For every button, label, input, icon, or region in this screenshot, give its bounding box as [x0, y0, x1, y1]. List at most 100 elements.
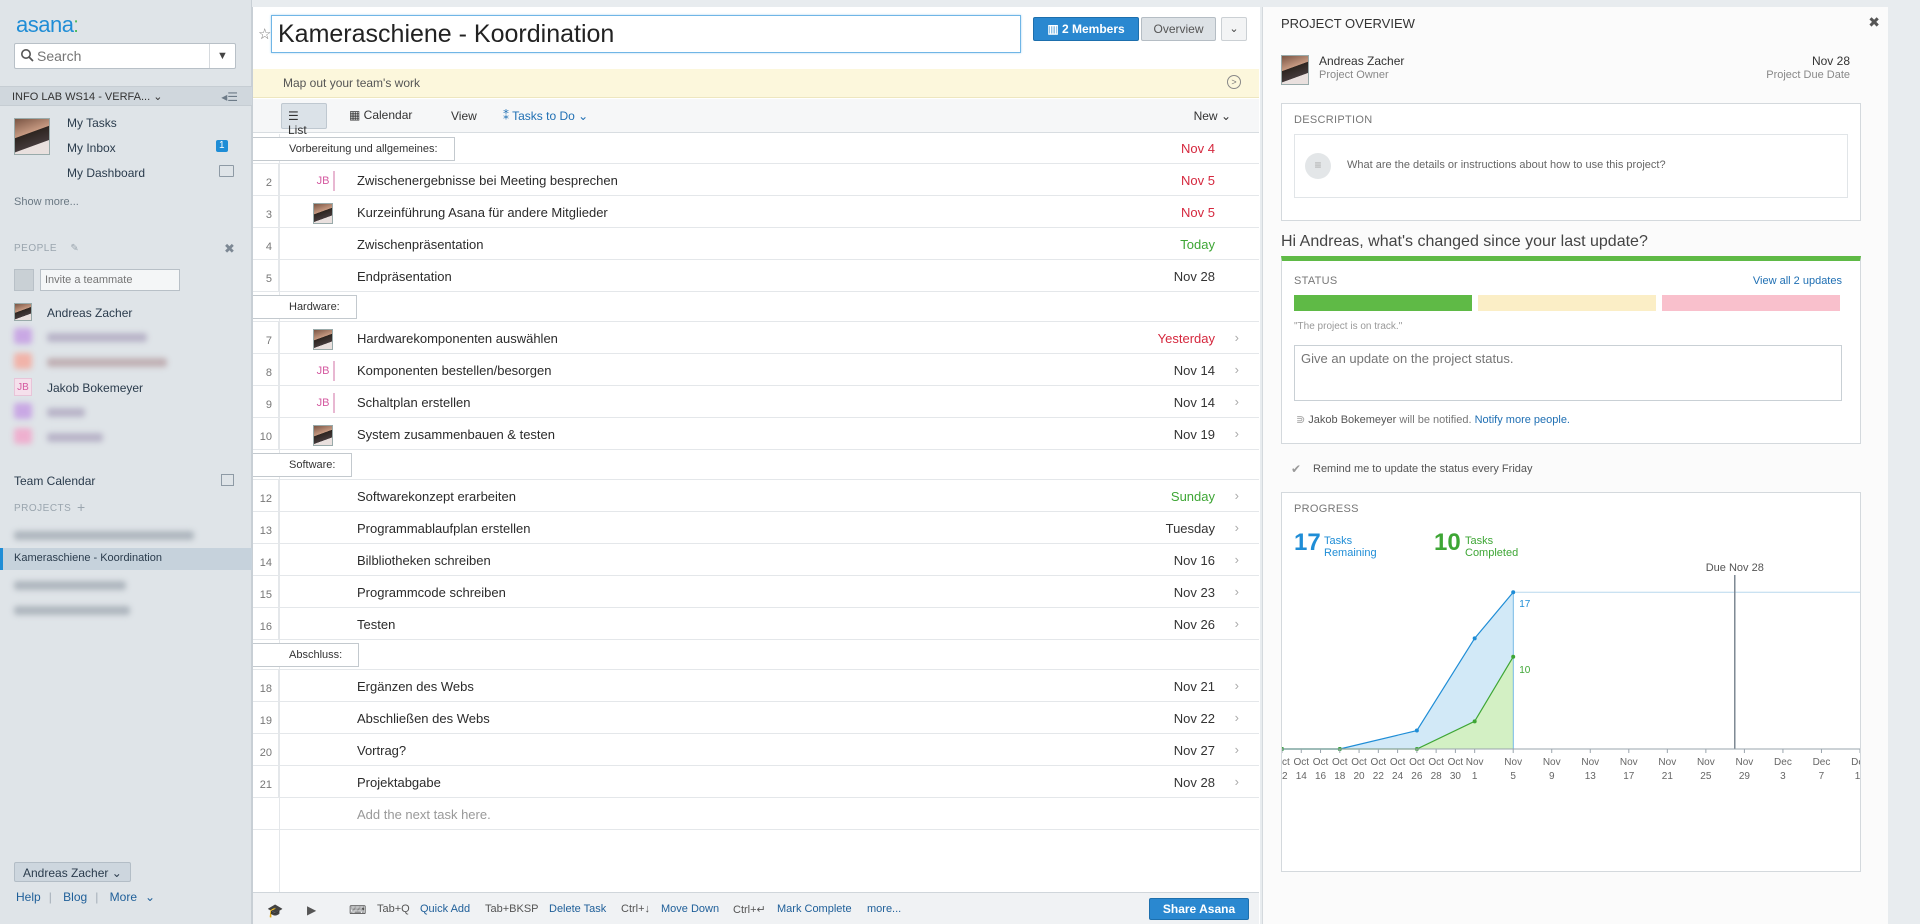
graduation-cap-icon[interactable]: 🎓	[267, 903, 283, 919]
chevron-down-icon[interactable]: ⌄	[145, 890, 155, 904]
task-name[interactable]: Kurzeinführung Asana für andere Mitglied…	[357, 205, 608, 220]
shortcut-label[interactable]: Move Down	[661, 903, 719, 915]
task-row[interactable]: 8 JB Komponenten bestellen/besorgen Nov 14 ›	[253, 354, 1259, 386]
person-name[interactable]: Jakob Bokemeyer	[47, 381, 143, 395]
task-name[interactable]: Softwarekonzept erarbeiten	[357, 489, 516, 504]
task-name[interactable]: Endpräsentation	[357, 269, 452, 284]
new-button[interactable]: New ⌄	[1194, 109, 1231, 123]
task-row[interactable]: 13 Programmablaufplan erstellen Tuesday ›	[253, 512, 1259, 544]
task-details-chevron-icon[interactable]: ›	[1235, 520, 1239, 535]
task-row[interactable]: 7 Hardwarekomponenten auswählen Yesterday ›	[253, 322, 1259, 354]
person-name[interactable]: Andreas Zacher	[47, 306, 132, 320]
task-due-date[interactable]: Nov 21	[1174, 679, 1215, 694]
task-name[interactable]: Projektabgabe	[357, 775, 441, 790]
task-due-date[interactable]: Yesterday	[1158, 331, 1215, 346]
video-icon[interactable]: ▶	[307, 903, 316, 917]
project-item-active[interactable]: Kameraschiene - Koordination	[0, 548, 252, 570]
task-name[interactable]: Komponenten bestellen/besorgen	[357, 363, 551, 378]
status-update-input[interactable]	[1294, 345, 1842, 401]
task-due-date[interactable]: Nov 14	[1174, 395, 1215, 410]
favorite-star-icon[interactable]: ☆	[258, 25, 271, 43]
task-name[interactable]: Hardwarekomponenten auswählen	[357, 331, 558, 346]
assignee-avatar[interactable]	[313, 329, 333, 350]
assignee-initials[interactable]: JB	[313, 171, 335, 191]
project-item-redacted[interactable]	[0, 527, 252, 549]
task-row[interactable]: 10 System zusammenbauen & testen Nov 19 ›	[253, 418, 1259, 450]
section-due-date[interactable]: Nov 4	[1181, 141, 1215, 156]
project-item-redacted[interactable]	[0, 577, 252, 599]
person-item[interactable]: Andreas Zacher	[14, 303, 244, 323]
task-due-date[interactable]: Nov 28	[1174, 775, 1215, 790]
task-name[interactable]: Zwischenpräsentation	[357, 237, 483, 252]
task-row[interactable]: 16 Testen Nov 26 ›	[253, 608, 1259, 640]
status-green-button[interactable]	[1294, 295, 1472, 311]
task-row[interactable]: 3 Kurzeinführung Asana für andere Mitglie…	[253, 196, 1259, 228]
project-title-input[interactable]	[271, 15, 1021, 53]
section-title[interactable]: Software:	[253, 453, 353, 477]
remind-text[interactable]: Remind me to update the status every Fri…	[1313, 463, 1533, 475]
task-name[interactable]: Programmcode schreiben	[357, 585, 506, 600]
close-overview-icon[interactable]: ✖	[1868, 14, 1880, 31]
task-name[interactable]: System zusammenbauen & testen	[357, 427, 555, 442]
nav-my-inbox[interactable]: My Inbox	[67, 141, 116, 155]
task-details-chevron-icon[interactable]: ›	[1235, 616, 1239, 631]
task-row[interactable]: 9 JB Schaltplan erstellen Nov 14 ›	[253, 386, 1259, 418]
shortcut-label[interactable]: Mark Complete	[777, 903, 852, 915]
task-name[interactable]: Abschließen des Webs	[357, 711, 490, 726]
project-due-date[interactable]: Nov 28	[1812, 54, 1850, 68]
task-row[interactable]: 15 Programmcode schreiben Nov 23 ›	[253, 576, 1259, 608]
my-avatar[interactable]	[14, 118, 50, 155]
task-due-date[interactable]: Nov 23	[1174, 585, 1215, 600]
add-project-icon[interactable]: +	[77, 499, 85, 515]
task-details-chevron-icon[interactable]: ›	[1235, 710, 1239, 725]
task-row[interactable]: 12 Softwarekonzept erarbeiten Sunday ›	[253, 480, 1259, 512]
person-item-redacted[interactable]	[14, 428, 244, 448]
task-row[interactable]: 5 Endpräsentation Nov 28	[253, 260, 1259, 292]
tab-list[interactable]: ☰ List	[281, 103, 327, 137]
task-details-chevron-icon[interactable]: ›	[1235, 330, 1239, 345]
assignee-initials[interactable]: JB	[313, 393, 335, 413]
task-due-date[interactable]: Nov 22	[1174, 711, 1215, 726]
task-row[interactable]: 19 Abschließen des Webs Nov 22 ›	[253, 702, 1259, 734]
view-all-updates-link[interactable]: View all 2 updates	[1753, 275, 1842, 287]
task-due-date[interactable]: Tuesday	[1166, 521, 1215, 536]
status-red-button[interactable]	[1662, 295, 1840, 311]
owner-avatar[interactable]	[1281, 55, 1309, 85]
person-item[interactable]: JB Jakob Bokemeyer	[14, 378, 244, 398]
status-yellow-button[interactable]	[1478, 295, 1656, 311]
assignee-initials[interactable]: JB	[313, 361, 335, 381]
task-details-chevron-icon[interactable]: ›	[1235, 552, 1239, 567]
blog-link[interactable]: Blog	[63, 890, 87, 904]
close-people-icon[interactable]: ✖	[224, 241, 235, 257]
task-row[interactable]: 20 Vortrag? Nov 27 ›	[253, 734, 1259, 766]
task-details-chevron-icon[interactable]: ›	[1235, 488, 1239, 503]
workspace-name[interactable]: INFO LAB WS14 - VERFA...	[12, 91, 150, 103]
section-header[interactable]: Software:	[253, 450, 1259, 480]
nav-my-tasks[interactable]: My Tasks	[67, 116, 117, 130]
asana-logo[interactable]: asana⁚	[16, 12, 79, 38]
section-header[interactable]: Vorbereitung und allgemeines: Nov 4	[253, 134, 1259, 164]
task-name[interactable]: Testen	[357, 617, 395, 632]
add-task-row[interactable]: Add the next task here.	[253, 798, 1259, 830]
task-row[interactable]: 18 Ergänzen des Webs Nov 21 ›	[253, 670, 1259, 702]
search-options-chevron-icon[interactable]: ▼	[209, 44, 235, 68]
chevron-down-icon[interactable]: ⌄	[153, 91, 162, 103]
shortcut-label[interactable]: Delete Task	[549, 903, 606, 915]
task-due-date[interactable]: Nov 14	[1174, 363, 1215, 378]
task-details-chevron-icon[interactable]: ›	[1235, 362, 1239, 377]
task-details-chevron-icon[interactable]: ›	[1235, 584, 1239, 599]
task-details-chevron-icon[interactable]: ›	[1235, 742, 1239, 757]
edit-pencil-icon[interactable]: ✎	[70, 243, 79, 254]
task-due-date[interactable]: Nov 19	[1174, 427, 1215, 442]
task-row[interactable]: 2 JB Zwischenergebnisse bei Meeting bespre…	[253, 164, 1259, 196]
section-title[interactable]: Abschluss:	[253, 643, 360, 667]
task-row[interactable]: 21 Projektabgabe Nov 28 ›	[253, 766, 1259, 798]
task-due-date[interactable]: Nov 5	[1181, 173, 1215, 188]
task-name[interactable]: Programmablaufplan erstellen	[357, 521, 530, 536]
workspace-selector[interactable]: INFO LAB WS14 - VERFA... ⌄ ◂☰	[0, 86, 252, 106]
task-due-date[interactable]: Nov 27	[1174, 743, 1215, 758]
share-asana-button[interactable]: Share Asana	[1149, 898, 1249, 920]
task-name[interactable]: Schaltplan erstellen	[357, 395, 470, 410]
notify-more-link[interactable]: Notify more people.	[1475, 414, 1570, 426]
project-actions-chevron-icon[interactable]: ⌄	[1221, 17, 1247, 41]
